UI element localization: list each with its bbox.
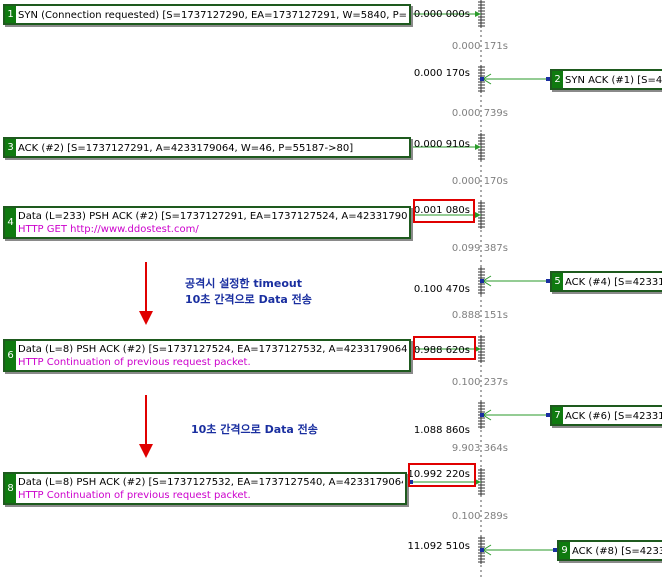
packet-http-info: HTTP Continuation of previous request pa… (18, 490, 251, 501)
delta-8: 0.100 289s (451, 511, 508, 522)
highlight-timestamp-6 (413, 336, 476, 360)
packet-summary: ACK (#6) [S=423317 (565, 411, 662, 422)
packet-http-info: HTTP GET http://www.ddostest.com/ (18, 224, 199, 235)
packet-6[interactable]: 6 Data (L=8) PSH ACK (#2) [S=1737127524,… (3, 339, 411, 372)
packet-number: 5 (552, 273, 563, 290)
packet-2[interactable]: 2 SYN ACK (#1) [S=42 (550, 69, 662, 90)
packet-summary: Data (L=8) PSH ACK (#2) [S=1737127532, E… (18, 477, 403, 488)
packet-5[interactable]: 5 ACK (#4) [S=423317 (550, 271, 662, 292)
delta-1: 0.000 171s (451, 41, 508, 52)
packet-summary: Data (L=8) PSH ACK (#2) [S=1737127524, E… (18, 344, 407, 355)
packet-number: 1 (5, 6, 16, 23)
delta-7: 9.903 364s (451, 443, 508, 454)
timestamp-2: 0.000 170s (413, 68, 470, 79)
packet-number: 6 (5, 341, 16, 370)
packet-7[interactable]: 7 ACK (#6) [S=423317 (550, 405, 662, 426)
packet-summary: ACK (#2) [S=1737127291, A=4233179064, W=… (18, 143, 354, 154)
delta-6: 0.100 237s (451, 377, 508, 388)
tcp-flow-diagram: 1 SYN (Connection requested) [S=17371272… (0, 0, 662, 577)
packet-number: 3 (5, 139, 16, 156)
timestamp-3: 0.000 910s (413, 139, 470, 150)
packet-arrow-9 (480, 544, 557, 556)
annotation-line-2: 10초 간격으로 Data 전송 (185, 293, 312, 306)
packet-summary: ACK (#4) [S=423317 (565, 277, 662, 288)
packet-arrow-5 (480, 275, 550, 287)
packet-number: 9 (559, 542, 570, 559)
red-arrow-1 (139, 262, 153, 325)
timestamp-5: 0.100 470s (413, 284, 470, 295)
packet-number: 2 (552, 71, 563, 88)
packet-1[interactable]: 1 SYN (Connection requested) [S=17371272… (3, 4, 411, 25)
delta-4: 0.099 387s (451, 243, 508, 254)
delta-2: 0.000 739s (451, 108, 508, 119)
packet-4[interactable]: 4 Data (L=233) PSH ACK (#2) [S=173712729… (3, 206, 411, 239)
delta-5: 0.888 151s (451, 310, 508, 321)
highlight-timestamp-8 (408, 463, 476, 487)
packet-arrow-7 (480, 409, 550, 421)
annotation-timeout: 공격시 설정한 timeout 10초 간격으로 Data 전송 (185, 276, 312, 308)
highlight-timestamp-4 (413, 199, 475, 223)
packet-arrow-2 (480, 73, 550, 85)
packet-number: 8 (5, 474, 16, 503)
timestamp-7: 1.088 860s (413, 425, 470, 436)
packet-summary: ACK (#8) [S=42331 (572, 546, 662, 557)
annotation-interval: 10초 간격으로 Data 전송 (191, 422, 318, 438)
timestamp-9: 11.092 510s (407, 541, 470, 552)
packet-number: 4 (5, 208, 16, 237)
packet-9[interactable]: 9 ACK (#8) [S=42331 (557, 540, 662, 561)
packet-http-info: HTTP Continuation of previous request pa… (18, 357, 251, 368)
packet-3[interactable]: 3 ACK (#2) [S=1737127291, A=4233179064, … (3, 137, 411, 158)
packet-summary: SYN (Connection requested) [S=1737127290… (18, 10, 407, 21)
packet-summary: SYN ACK (#1) [S=42 (565, 75, 662, 86)
annotation-line: 10초 간격으로 Data 전송 (191, 423, 318, 436)
timestamp-1: 0.000 000s (413, 9, 470, 20)
delta-3: 0.000 170s (451, 176, 508, 187)
red-arrow-2 (139, 395, 153, 458)
packet-summary: Data (L=233) PSH ACK (#2) [S=1737127291,… (18, 211, 407, 222)
packet-number: 7 (552, 407, 563, 424)
packet-8[interactable]: 8 Data (L=8) PSH ACK (#2) [S=1737127532,… (3, 472, 407, 505)
annotation-line-1: 공격시 설정한 timeout (185, 277, 302, 290)
